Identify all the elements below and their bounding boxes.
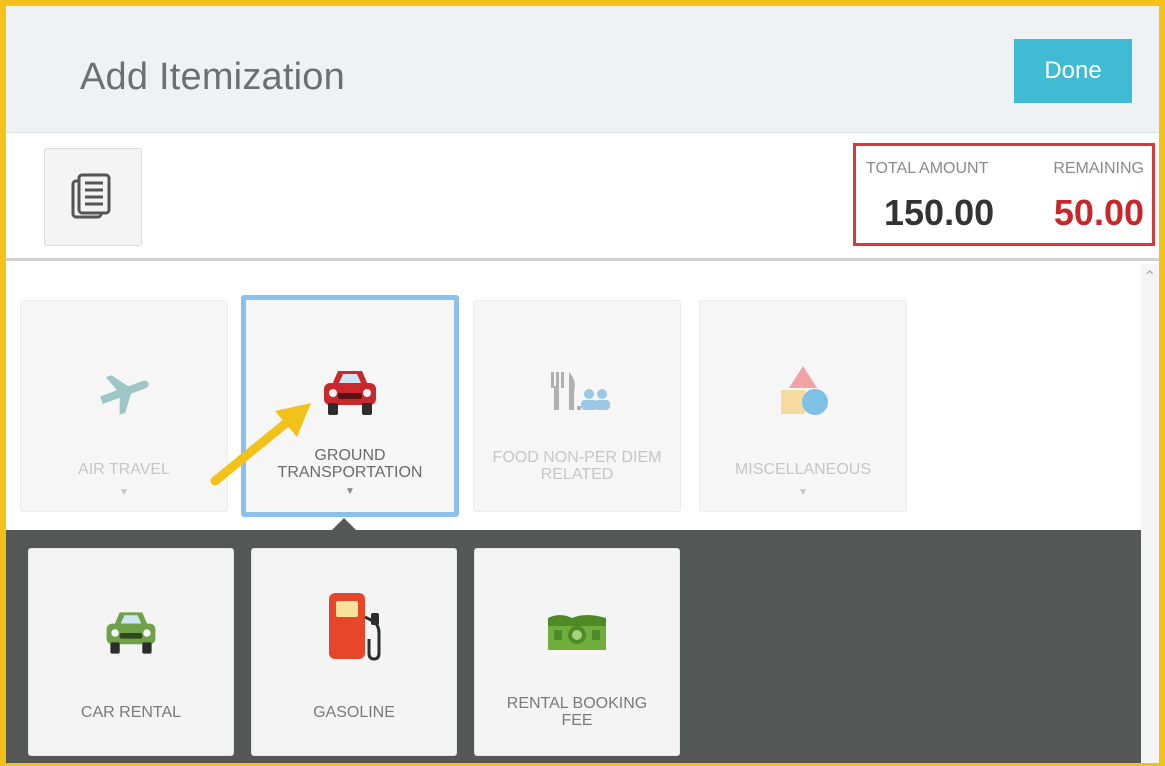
shapes-icon xyxy=(781,366,828,415)
subcategory-label: CAR RENTAL xyxy=(80,704,182,721)
document-list-icon xyxy=(71,173,111,219)
chevron-down-icon: ▼ xyxy=(345,486,355,497)
category-label: GROUND TRANSPORTATION xyxy=(277,447,423,481)
dialog-header: Add Itemization Done xyxy=(6,6,1159,133)
airplane-icon xyxy=(100,375,149,415)
total-amount-label: TOTAL AMOUNT xyxy=(866,160,989,177)
remaining-label: REMAINING xyxy=(1053,160,1144,177)
subcategory-gasoline[interactable]: GASOLINE xyxy=(251,548,457,756)
remaining-value: 50.00 xyxy=(1053,192,1144,233)
done-button[interactable]: Done xyxy=(1014,39,1132,103)
category-label: FOOD NON-PER DIEM RELATED xyxy=(492,449,662,483)
food-people-icon xyxy=(551,372,610,410)
subcategory-label: GASOLINE xyxy=(313,704,395,721)
category-ground-transportation[interactable]: GROUND TRANSPORTATION ▼ xyxy=(241,295,459,517)
car-icon xyxy=(324,371,376,415)
rental-car-icon xyxy=(106,612,156,654)
gas-pump-icon xyxy=(329,593,381,661)
category-label: MISCELLANEOUS xyxy=(734,461,872,478)
category-picker: AIR TRAVEL ▼ GROUND TRANSPORTATION ▼ FOO… xyxy=(6,264,1159,763)
subcategory-panel: CAR RENTAL GASOLINE RENTAL BOOKING FEE xyxy=(6,518,1141,763)
chevron-down-icon: ▼ xyxy=(119,487,129,498)
chevron-down-icon: ▼ xyxy=(798,487,808,498)
scrollbar[interactable]: ⌃ xyxy=(1141,264,1159,763)
toolbar: TOTAL AMOUNT REMAINING 150.00 50.00 xyxy=(6,133,1159,261)
category-air-travel[interactable]: AIR TRAVEL ▼ xyxy=(20,300,228,512)
page-title: Add Itemization xyxy=(80,56,345,98)
document-list-button[interactable] xyxy=(44,148,142,246)
totals-summary: TOTAL AMOUNT REMAINING 150.00 50.00 xyxy=(853,143,1155,246)
itemization-dialog: Add Itemization Done TOTAL AMOUNT REMAIN… xyxy=(0,0,1165,766)
scroll-up-icon[interactable]: ⌃ xyxy=(1143,270,1156,286)
subcategory-rental-booking-fee[interactable]: RENTAL BOOKING FEE xyxy=(474,548,680,756)
category-food-non-per-diem[interactable]: FOOD NON-PER DIEM RELATED xyxy=(473,300,681,512)
subcategory-car-rental[interactable]: CAR RENTAL xyxy=(28,548,234,756)
category-label: AIR TRAVEL xyxy=(78,461,170,478)
panel-pointer xyxy=(332,518,356,530)
subcategory-label: RENTAL BOOKING FEE xyxy=(506,695,648,729)
total-amount-value: 150.00 xyxy=(884,192,995,233)
category-miscellaneous[interactable]: MISCELLANEOUS ▼ xyxy=(699,300,907,512)
money-icon xyxy=(548,615,606,650)
